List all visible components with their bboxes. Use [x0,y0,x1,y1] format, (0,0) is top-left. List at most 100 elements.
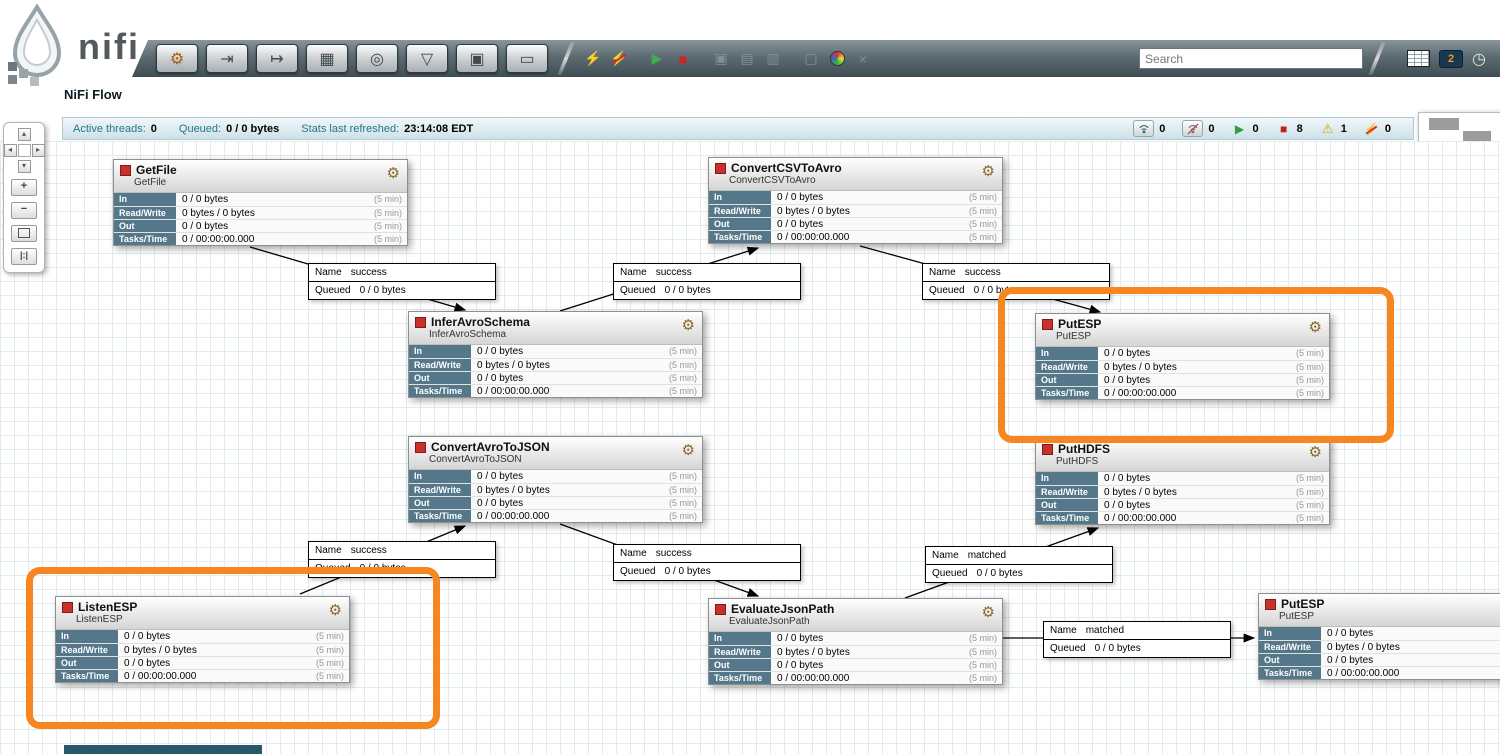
connection-name-value: success [965,267,1001,278]
history-clock-icon[interactable]: ◷ [1472,49,1486,69]
stat-window: (5 min) [1283,374,1329,386]
processor-listenesp[interactable]: ListenESP ⚙ ListenESP In0 / 0 bytes(5 mi… [55,596,350,683]
stopped-icon: ■ [1276,122,1292,136]
processor-convertcsvtoavro[interactable]: ConvertCSVToAvro ⚙ ConvertCSVToAvro In0 … [708,157,1003,244]
stat-value-out: 0 / 0 bytes [1321,654,1500,666]
processor-type: PutESP [1279,611,1500,622]
processor-name: PutHDFS [1058,442,1110,456]
connection-queued-label: Queued [620,285,656,296]
running-icon: ▶ [1232,122,1248,136]
new-label-button[interactable]: ▭ [506,44,548,73]
connection-listenesp-convertavrotojson[interactable]: Namesuccess Queued0 / 0 bytes [308,541,496,578]
copy-button[interactable]: ▤ [736,48,758,70]
new-input-port-button[interactable]: ⇥ [206,44,248,73]
create-template-button[interactable]: ▣ [710,48,732,70]
birdseye-block [1429,118,1459,130]
stat-window: (5 min) [303,657,349,669]
processor-header: InferAvroSchema ⚙ InferAvroSchema [409,312,702,345]
stat-value-out: 0 / 0 bytes [471,497,656,509]
stat-value-out: 0 / 0 bytes [118,657,303,669]
processor-chip-icon: ⚙ [682,441,695,459]
new-process-group-button[interactable]: ▦ [306,44,348,73]
processor-getfile[interactable]: GetFile ⚙ GetFile In0 / 0 bytes(5 min) R… [113,159,408,246]
stat-window: (5 min) [361,220,407,232]
stat-window: (5 min) [656,345,702,358]
stat-label-taskstime: Tasks/Time [709,231,771,243]
processor-puthdfs[interactable]: PutHDFS ⚙ PutHDFS In0 / 0 bytes(5 min) R… [1035,438,1330,525]
enable-button[interactable]: ⚡ [582,48,604,70]
new-processor-button[interactable]: ⚙ [156,44,198,73]
processor-stats: In0 / 0 bytes(5 min) Read/Write0 bytes /… [409,470,702,522]
connection-inferavroschema-convertcsvtoavro[interactable]: Namesuccess Queued0 / 0 bytes [613,263,801,300]
paste-icon: ▥ [766,50,779,67]
stat-value-taskstime: 0 / 00:00:00.000 [1321,667,1500,679]
new-output-port-button[interactable]: ↦ [256,44,298,73]
connection-queued-value: 0 / 0 bytes [665,285,711,296]
stat-value-in: 0 / 0 bytes [771,632,956,645]
stat-label-in: In [409,470,471,483]
processor-convertavrotojson[interactable]: ConvertAvroToJSON ⚙ ConvertAvroToJSON In… [408,436,703,523]
stat-value-in: 0 / 0 bytes [118,630,303,643]
summary-table-icon[interactable] [1407,50,1430,67]
fill-color-button[interactable] [826,48,848,70]
start-button[interactable]: ▶ [646,48,668,70]
zoom-fit-button[interactable] [11,225,37,242]
connection-name-value: success [656,267,692,278]
connection-getfile-inferavroschema[interactable]: Namesuccess Queued0 / 0 bytes [308,263,496,300]
stat-label-out: Out [1036,499,1098,511]
label-icon: ▭ [519,49,534,69]
paste-button[interactable]: ▥ [762,48,784,70]
stat-value-out: 0 / 0 bytes [471,372,656,384]
connection-evaluatejsonpath-puthdfs[interactable]: Namematched Queued0 / 0 bytes [925,546,1113,583]
stat-label-readwrite: Read/Write [409,484,471,496]
play-icon: ▶ [652,50,663,67]
breadcrumb[interactable]: NiFi Flow [64,87,122,102]
stat-value-readwrite: 0 bytes / 0 bytes [1098,361,1283,373]
group-icon: ▢ [804,50,817,67]
stat-label-taskstime: Tasks/Time [409,510,471,522]
stat-value-out: 0 / 0 bytes [771,659,956,671]
delete-button[interactable]: × [852,48,874,70]
stat-value-readwrite: 0 bytes / 0 bytes [771,205,956,217]
connection-convertcsvtoavro-putesp[interactable]: Namesuccess Queued0 / 0 bytes [922,263,1110,300]
stat-window: (5 min) [656,470,702,483]
stopped-square-icon [62,602,73,613]
search-input[interactable] [1139,48,1363,69]
transmitting-count: 0 [1159,123,1165,135]
new-funnel-button[interactable]: ▽ [406,44,448,73]
connection-convertavrotojson-evaluatejsonpath[interactable]: Namesuccess Queued0 / 0 bytes [613,544,801,581]
pan-down-button[interactable]: ▾ [18,160,31,173]
processor-inferavroschema[interactable]: InferAvroSchema ⚙ InferAvroSchema In0 / … [408,311,703,398]
stat-value-in: 0 / 0 bytes [1098,347,1283,360]
processor-putesp-bottom[interactable]: PutESP ⚙ PutESP In0 / 0 bytes(5 min) Rea… [1258,593,1500,680]
zoom-actual-size-button[interactable]: |:| [11,248,37,265]
stat-value-readwrite: 0 bytes / 0 bytes [771,646,956,658]
group-button[interactable]: ▢ [800,48,822,70]
stat-window: (5 min) [956,218,1002,230]
connection-name-label: Name [932,550,959,561]
new-remote-process-group-button[interactable]: ◎ [356,44,398,73]
bulletin-count-icon[interactable]: 2 [1439,50,1463,68]
stat-value-taskstime: 0 / 00:00:00.000 [176,233,361,245]
stop-button[interactable]: ■ [672,48,694,70]
processor-header: GetFile ⚙ GetFile [114,160,407,193]
pan-left-button[interactable]: ◂ [4,144,17,157]
pan-up-button[interactable]: ▴ [18,128,31,141]
processor-putesp-top[interactable]: PutESP ⚙ PutESP In0 / 0 bytes(5 min) Rea… [1035,313,1330,400]
processor-type: ConvertAvroToJSON [429,454,696,465]
processor-chip-icon: ⚙ [682,316,695,334]
connection-queued-label: Queued [929,285,965,296]
processor-name: InferAvroSchema [431,315,530,329]
zoom-out-button[interactable]: − [11,202,37,219]
new-template-button[interactable]: ▣ [456,44,498,73]
processor-evaluatejsonpath[interactable]: EvaluateJsonPath ⚙ EvaluateJsonPath In0 … [708,598,1003,685]
stat-window: (5 min) [956,205,1002,217]
flow-canvas[interactable]: GetFile ⚙ GetFile In0 / 0 bytes(5 min) R… [0,141,1500,754]
pan-right-button[interactable]: ▸ [32,144,45,157]
disable-button[interactable]: ⚡ [608,48,630,70]
processor-name: ConvertCSVToAvro [731,161,842,175]
processor-name: PutESP [1058,317,1101,331]
connection-evaluatejsonpath-putesp[interactable]: Namematched Queued0 / 0 bytes [1043,621,1231,658]
stat-value-taskstime: 0 / 00:00:00.000 [471,385,656,397]
zoom-in-button[interactable]: + [11,179,37,196]
